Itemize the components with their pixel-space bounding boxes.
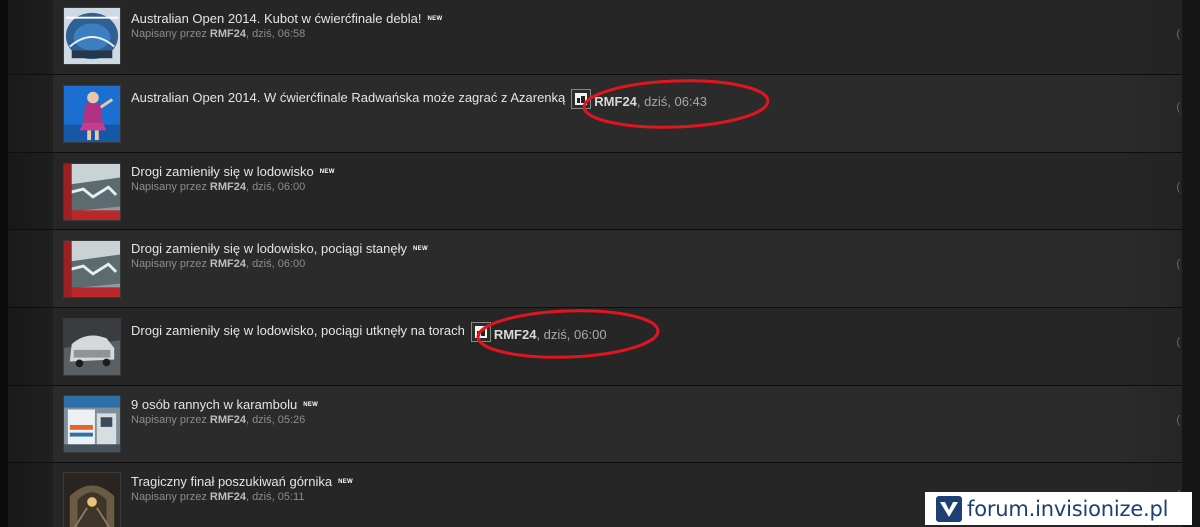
author-link[interactable]: RMF24 bbox=[210, 28, 246, 40]
row-edge-mark: ( bbox=[1176, 181, 1180, 193]
author-link[interactable]: RMF24 bbox=[210, 258, 246, 270]
author-link[interactable]: RMF24 bbox=[210, 414, 246, 426]
post-time: , dziś, 06:00 bbox=[245, 258, 306, 270]
topic-meta-inline: RMF24, dziś, 06:00 bbox=[470, 322, 607, 343]
tennis-player-thumbnail-icon[interactable] bbox=[63, 85, 121, 143]
right-scroll-column[interactable] bbox=[1182, 0, 1200, 527]
forum-topic-list-page: Australian Open 2014. Kubot w ćwierćfina… bbox=[0, 0, 1200, 527]
author-link[interactable]: RMF24 bbox=[594, 94, 637, 109]
watermark-text: forum.invisionize.pl bbox=[967, 496, 1169, 521]
new-badge: NEW bbox=[413, 246, 428, 252]
row-edge-mark: ( bbox=[1176, 28, 1180, 40]
meta-prefix: Napisany przez bbox=[131, 181, 207, 193]
meta-prefix: Napisany przez bbox=[131, 258, 207, 270]
author-link[interactable]: RMF24 bbox=[210, 181, 246, 193]
post-time: , dziś, 05:11 bbox=[245, 491, 305, 503]
post-time: , dziś, 06:43 bbox=[636, 94, 708, 109]
row-edge-mark: ( bbox=[1176, 414, 1180, 426]
topic-title-link[interactable]: Australian Open 2014. Kubot w ćwierćfina… bbox=[131, 11, 422, 26]
topic-title-link[interactable]: Tragiczny finał poszukiwań górnika bbox=[131, 474, 332, 489]
topic-title-link[interactable]: Drogi zamieniły się w lodowisko, pociągi… bbox=[131, 241, 407, 256]
row-edge-mark: ( bbox=[1176, 258, 1180, 270]
invisionize-logo-icon bbox=[936, 495, 962, 522]
meta-prefix: Napisany przez bbox=[131, 491, 207, 503]
tennis-court-thumbnail-icon[interactable] bbox=[63, 7, 121, 65]
topic-title-link[interactable]: Drogi zamieniły się w lodowisko bbox=[131, 164, 314, 179]
new-badge: NEW bbox=[427, 16, 443, 22]
topic-meta: Napisany przez RMF24, dziś, 05:11 bbox=[131, 491, 304, 504]
meta-prefix: Napisany przez bbox=[131, 414, 207, 426]
topic-row[interactable]: Drogi zamieniły się w lodowisko, pociągi… bbox=[8, 308, 1182, 386]
topic-meta: Napisany przez RMF24, dziś, 06:00 bbox=[131, 258, 305, 271]
new-badge: NEW bbox=[338, 479, 354, 485]
post-time: , dziś, 06:00 bbox=[536, 327, 607, 342]
author-link[interactable]: RMF24 bbox=[210, 491, 246, 503]
author-avatar-icon[interactable] bbox=[470, 322, 491, 342]
new-badge: NEW bbox=[303, 402, 319, 408]
ambulance-thumbnail-icon[interactable] bbox=[63, 395, 121, 453]
topic-list: Australian Open 2014. Kubot w ćwierćfina… bbox=[8, 0, 1182, 527]
post-time: , dziś, 05:26 bbox=[245, 414, 306, 426]
topic-title-link[interactable]: 9 osób rannych w karambolu bbox=[131, 397, 297, 412]
topic-title-link[interactable]: Australian Open 2014. W ćwierćfinale Rad… bbox=[131, 90, 565, 105]
topic-row[interactable]: Australian Open 2014. W ćwierćfinale Rad… bbox=[8, 75, 1182, 153]
author-link[interactable]: RMF24 bbox=[494, 327, 537, 342]
topic-row[interactable]: Drogi zamieniły się w lodowisko, pociągi… bbox=[8, 230, 1182, 308]
icy-road-thumbnail-icon[interactable] bbox=[63, 163, 121, 221]
topic-row[interactable]: 9 osób rannych w karambolu NEW Napisany p… bbox=[8, 386, 1182, 463]
row-edge-mark: ( bbox=[1176, 336, 1180, 348]
post-time: , dziś, 06:00 bbox=[245, 181, 306, 193]
topic-meta: Napisany przez RMF24, dziś, 05:26 bbox=[131, 414, 305, 427]
new-badge: NEW bbox=[319, 169, 335, 175]
post-time: , dziś, 06:58 bbox=[245, 28, 306, 40]
left-margin bbox=[0, 0, 8, 527]
topic-row[interactable]: Australian Open 2014. Kubot w ćwierćfina… bbox=[8, 0, 1182, 75]
topic-meta-inline: RMF24, dziś, 06:43 bbox=[571, 89, 707, 110]
meta-prefix: Napisany przez bbox=[131, 28, 207, 40]
topic-row[interactable]: Drogi zamieniły się w lodowisko NEW Napis… bbox=[8, 153, 1182, 230]
topic-meta: Napisany przez RMF24, dziś, 06:58 bbox=[131, 28, 305, 41]
topic-meta: Napisany przez RMF24, dziś, 06:00 bbox=[131, 181, 305, 194]
mine-tunnel-thumbnail-icon[interactable] bbox=[63, 472, 121, 527]
row-edge-mark: ( bbox=[1176, 101, 1180, 113]
snowy-car-thumbnail-icon[interactable] bbox=[63, 318, 121, 376]
icy-road-thumbnail-icon[interactable] bbox=[63, 240, 121, 298]
author-avatar-icon[interactable] bbox=[571, 89, 592, 109]
topic-title-link[interactable]: Drogi zamieniły się w lodowisko, pociągi… bbox=[131, 323, 465, 338]
watermark-banner: forum.invisionize.pl bbox=[925, 492, 1192, 525]
